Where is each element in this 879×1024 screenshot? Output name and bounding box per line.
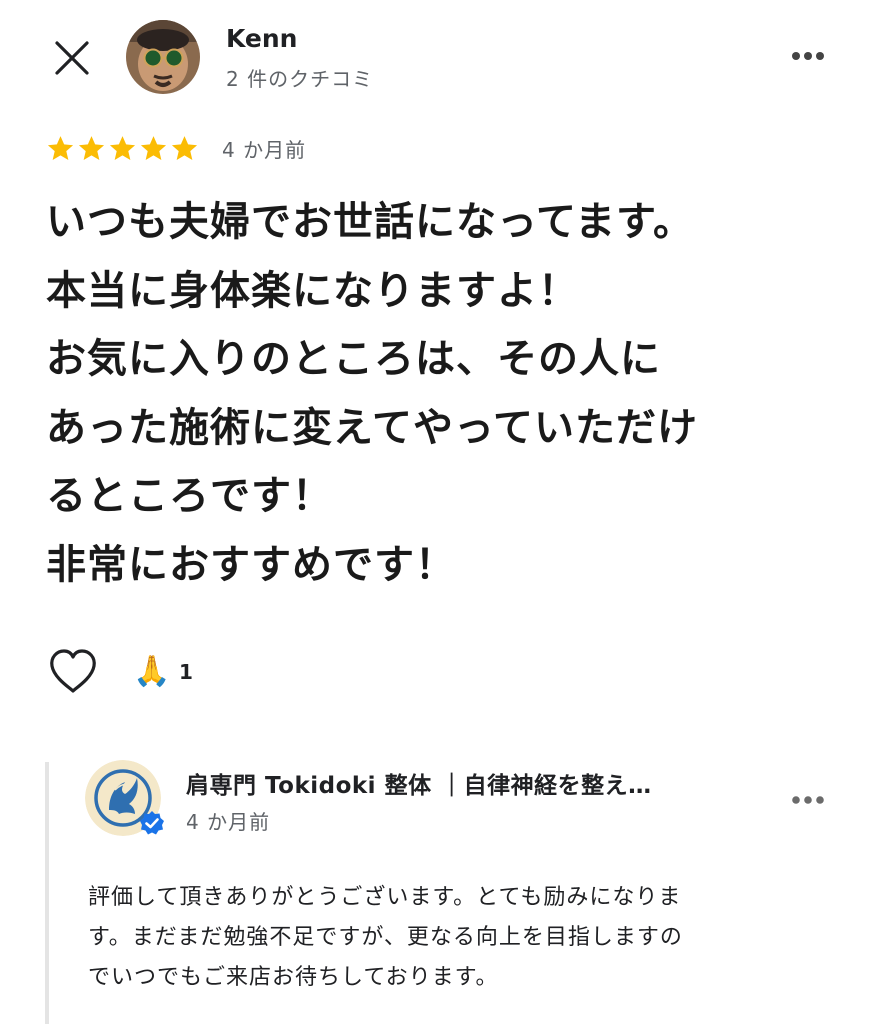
more-horizontal-icon (792, 796, 824, 804)
more-options-button[interactable] (788, 44, 828, 68)
close-button[interactable] (52, 38, 92, 78)
more-horizontal-icon (792, 52, 824, 60)
owner-name[interactable]: 肩専門 Tokidoki 整体 ｜自律神経を整え… (186, 766, 746, 800)
star-icon (109, 136, 136, 160)
star-icon (171, 136, 198, 160)
owner-reply-text: 評価して頂きありがとうございます。とても励みになりま す。まだまだ勉強不足ですが… (88, 885, 683, 990)
author-avatar[interactable] (126, 20, 200, 94)
star-rating (46, 134, 199, 164)
star-icon (47, 136, 74, 160)
owner-reply-date: 4 か月前 (186, 810, 271, 834)
review-date: 4 か月前 (222, 138, 307, 162)
reply-indent-bar (45, 762, 49, 1024)
star-icon (140, 136, 167, 160)
close-icon (55, 41, 89, 75)
author-name[interactable]: Kenn (226, 24, 297, 53)
verified-badge-icon (140, 811, 164, 835)
reply-more-options-button[interactable] (788, 790, 828, 810)
pray-emoji-reaction[interactable]: 🙏 (133, 654, 170, 690)
reaction-count: 1 (179, 660, 193, 684)
review-text: いつも夫婦でお世話になってます。 本当に身体楽になりますよ！ お気に入りのところ… (46, 199, 698, 588)
heart-outline-icon (50, 649, 96, 693)
author-avatar-image (126, 20, 200, 94)
star-icon (78, 136, 105, 160)
like-button[interactable] (48, 648, 98, 696)
author-review-count[interactable]: 2 件のクチコミ (226, 63, 373, 92)
verified-badge (139, 810, 165, 836)
